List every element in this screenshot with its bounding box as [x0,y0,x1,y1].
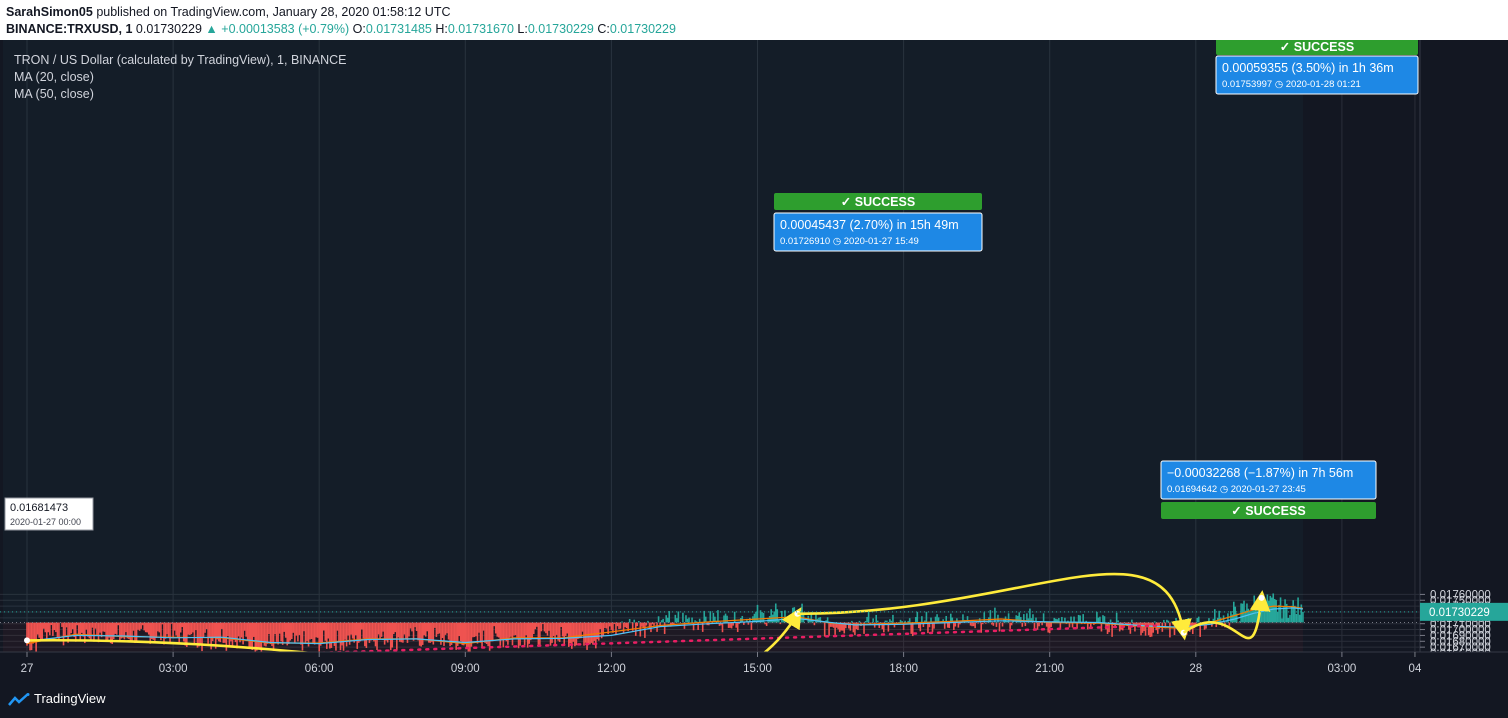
low-label: L: [517,22,528,36]
price-change: ▲ +0.00013583 (+0.79%) [205,22,350,36]
footer-bar [0,682,1508,718]
annotation-price-time: 0.01753997 ◷ 2020-01-28 01:21 [1222,79,1361,90]
start-marker-price: 0.01681473 [10,502,68,514]
last-price: 0.01730229 [135,22,202,36]
published-text: published on TradingView.com, January 28… [96,5,451,19]
y-axis: 0.017600000.017500000.017400000.01730000… [1419,40,1508,660]
start-marker-time: 2020-01-27 00:00 [10,517,81,527]
annotation-change: 0.00059355 (3.50%) in 1h 36m [1222,61,1394,75]
arrow-end-dot [1258,594,1265,601]
x-tick-label: 04 [1409,663,1422,675]
x-tick-label: 12:00 [597,663,626,675]
high-label: H: [435,22,448,36]
x-tick-label: 28 [1189,663,1202,675]
current-price-label: 0.01730229 [1429,607,1490,619]
annotation-price-time: 0.01726910 ◷ 2020-01-27 15:49 [780,236,919,247]
price-area [0,40,1420,652]
ohlc-line: BINANCE:TRXUSD, 1 0.01730229 ▲ +0.000135… [6,22,676,36]
ma50-legend[interactable]: MA (50, close) [14,87,94,101]
y-axis-bg [1420,40,1508,652]
x-axis: 27 03:00 06:00 09:00 12:00 15:00 18:00 21:00 28 0… [0,651,1508,682]
author-name[interactable]: SarahSimon05 [6,5,93,19]
success-label: ✓ SUCCESS [841,195,915,209]
tradingview-brand: TradingView [34,691,106,706]
chart-title: TRON / US Dollar (calculated by TradingV… [14,53,347,67]
x-tick-label: 03:00 [1328,663,1357,675]
publish-header: SarahSimon05 published on TradingView.co… [0,0,1508,40]
x-tick-label: 27 [21,663,34,675]
x-tick-label: 21:00 [1035,663,1064,675]
x-tick-label: 06:00 [305,663,334,675]
annotation-price-time: 0.01694642 ◷ 2020-01-27 23:45 [1167,484,1306,495]
tradingview-logo[interactable]: TradingView [8,691,106,707]
start-dot [24,637,30,644]
x-tick-label: 09:00 [451,663,480,675]
open-label: O: [352,22,366,36]
symbol-label: BINANCE:TRXUSD, 1 [6,22,133,36]
above-baseline-fill [3,40,1303,623]
close-label: C: [597,22,610,36]
chart-screenshot: SarahSimon05 published on TradingView.co… [0,0,1508,718]
publish-line: SarahSimon05 published on TradingView.co… [6,5,451,19]
ma20-legend[interactable]: MA (20, close) [14,70,94,84]
annotation-change: 0.00045437 (2.70%) in 15h 49m [780,218,959,232]
low-value: 0.01730229 [527,22,594,36]
success-label: ✓ SUCCESS [1231,504,1305,518]
high-value: 0.01731670 [447,22,514,36]
success-label: ✓ SUCCESS [1280,40,1354,54]
open-value: 0.01731485 [365,22,432,36]
price-chart[interactable]: 0.017600000.017500000.017400000.01730000… [0,40,1508,682]
x-tick-label: 03:00 [159,663,188,675]
tradingview-logo-icon [8,692,30,706]
x-tick-label: 15:00 [743,663,772,675]
close-value: 0.01730229 [609,22,676,36]
x-tick-label: 18:00 [889,663,918,675]
annotation-change: −0.00032268 (−1.87%) in 7h 56m [1167,466,1353,480]
